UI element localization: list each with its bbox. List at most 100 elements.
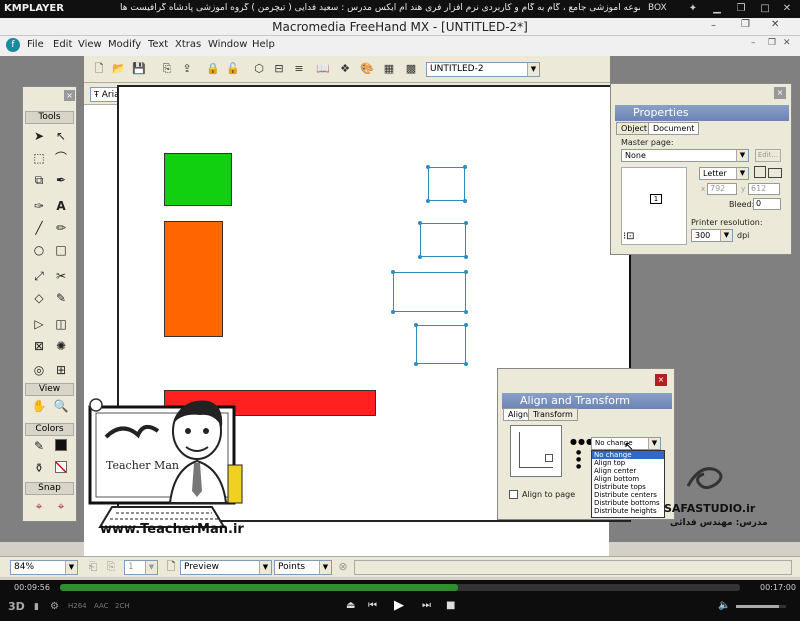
seek-bar[interactable] — [60, 584, 740, 591]
properties-close-icon[interactable]: × — [774, 87, 786, 99]
app-restore-icon[interactable]: ❐ — [741, 19, 750, 30]
page-tool-icon[interactable]: ⁝⊡ — [623, 231, 635, 242]
menu-view[interactable]: View — [78, 39, 102, 50]
pin-icon[interactable]: ✦ — [686, 2, 700, 16]
bleed-field[interactable]: 0 — [753, 198, 781, 210]
minimize-icon[interactable]: ▁ — [710, 2, 724, 16]
eraser-tool-icon[interactable]: ◇ — [29, 289, 49, 307]
app-icon[interactable]: f — [6, 38, 20, 52]
perspective-tool-icon[interactable]: ◫ — [51, 315, 71, 333]
stroke-color-icon[interactable]: ✎ — [29, 437, 49, 455]
menu-modify[interactable]: Modify — [108, 39, 141, 50]
save-icon[interactable]: 💾 — [132, 62, 146, 76]
eject-icon[interactable]: ⏏ — [346, 600, 355, 611]
page-icon[interactable]: 🗋 — [164, 560, 178, 574]
zoom-select[interactable]: 84% ▼ — [10, 560, 78, 575]
document-select[interactable]: UNTITLED-2 ▼ — [426, 62, 540, 77]
stroke-color-swatch[interactable] — [55, 439, 67, 451]
fill-color-swatch[interactable] — [55, 461, 67, 473]
snap-point-icon[interactable]: ⌖ — [29, 497, 49, 515]
layers-icon[interactable]: ≡ — [292, 62, 306, 76]
snap-guide-icon[interactable]: ⌖ — [51, 497, 71, 515]
menu-window[interactable]: Window — [208, 39, 247, 50]
option-distribute-bottoms[interactable]: Distribute bottoms — [594, 499, 660, 507]
doc-restore-icon[interactable]: ❐ — [768, 38, 776, 48]
app-minimize-icon[interactable]: – — [711, 20, 716, 31]
swatches-icon[interactable]: ▦ — [382, 62, 396, 76]
new-icon[interactable]: 🗋 — [92, 62, 106, 76]
option-align-top[interactable]: Align top — [594, 459, 625, 467]
tab-transform[interactable]: Transform — [528, 408, 578, 421]
page-select[interactable]: 1 ▼ — [124, 560, 158, 575]
menu-edit[interactable]: Edit — [53, 39, 72, 50]
crop-tool-icon[interactable]: ⊠ — [29, 337, 49, 355]
line-tool-icon[interactable]: ╱ — [29, 219, 49, 237]
text-tool-icon[interactable]: A — [51, 197, 71, 215]
lock-icon[interactable]: 🔒 — [206, 62, 220, 76]
chart-tool-icon[interactable]: ⊞ — [51, 361, 71, 379]
graphic-hose-icon[interactable]: ✺ — [51, 337, 71, 355]
option-distribute-centers[interactable]: Distribute centers — [594, 491, 657, 499]
3d-badge[interactable]: 3D — [8, 600, 25, 613]
align-to-page-checkbox[interactable] — [509, 490, 518, 499]
printer-resolution-select[interactable]: 300 ▼ — [691, 229, 733, 242]
page-width-field[interactable]: 792 — [707, 183, 737, 195]
align-close-icon[interactable]: × — [655, 374, 667, 386]
symbols-icon[interactable]: ❖ — [338, 62, 352, 76]
green-rectangle[interactable] — [164, 153, 232, 206]
knife-tool-icon[interactable]: ✂ — [51, 267, 71, 285]
hand-tool-icon[interactable]: ✋ — [29, 397, 49, 415]
pointer-tool-icon[interactable]: ➤ — [29, 127, 49, 145]
lasso-tool-icon[interactable]: ⌒ — [51, 149, 71, 167]
horizontal-align-icon[interactable]: ● ● ● — [576, 449, 581, 470]
stop-icon[interactable]: ■ — [446, 600, 455, 611]
doc-close-icon[interactable]: ✕ — [783, 38, 791, 48]
page-size-select[interactable]: Letter ▼ — [699, 167, 749, 180]
view-mode-select[interactable]: Preview ▼ — [180, 560, 272, 575]
settings-icon[interactable]: ⚙ — [50, 601, 59, 612]
properties-header[interactable]: Properties — [615, 105, 789, 121]
option-distribute-heights[interactable]: Distribute heights — [594, 507, 657, 515]
group-icon[interactable]: ⬡ — [252, 62, 266, 76]
tints-icon[interactable]: ▩ — [404, 62, 418, 76]
export-icon[interactable]: ⇪ — [180, 62, 194, 76]
align-icon[interactable]: ⊟ — [272, 62, 286, 76]
brush-tool-icon[interactable]: ✎ — [51, 289, 71, 307]
portrait-icon[interactable] — [754, 166, 766, 178]
play-icon[interactable]: ▶ — [394, 598, 404, 613]
restore-icon[interactable]: ❐ — [734, 2, 748, 16]
edit-button[interactable]: Edit... — [755, 149, 781, 162]
volume-icon[interactable]: 🔈 — [718, 600, 730, 611]
landscape-icon[interactable] — [768, 168, 782, 178]
maximize-icon[interactable]: □ — [758, 2, 772, 16]
capture-icon[interactable]: ▮ — [34, 602, 39, 612]
open-icon[interactable]: 📂 — [112, 62, 126, 76]
connector-tool-icon[interactable]: ◎ — [29, 361, 49, 379]
close-icon[interactable]: ✕ — [780, 2, 794, 16]
tab-document[interactable]: Document — [648, 122, 700, 135]
cancel-icon[interactable]: ⊗ — [336, 560, 350, 574]
menu-file[interactable]: File — [27, 39, 44, 50]
import-icon[interactable]: ⎘ — [160, 62, 174, 76]
align-preview[interactable] — [510, 425, 562, 477]
orange-rectangle[interactable] — [164, 221, 223, 337]
fill-color-icon[interactable]: ⚱ — [29, 459, 49, 477]
next-icon[interactable]: ⏭ — [422, 600, 431, 611]
box-button[interactable]: BOX — [648, 3, 667, 13]
menu-help[interactable]: Help — [252, 39, 275, 50]
subselect-tool-icon[interactable]: ↖ — [51, 127, 71, 145]
color-mixer-icon[interactable]: 🎨 — [360, 62, 374, 76]
scale-transform-icon[interactable]: ⤢ — [29, 267, 49, 285]
previous-icon[interactable]: ⏮ — [368, 600, 377, 611]
option-align-center[interactable]: Align center — [594, 467, 636, 475]
menu-xtras[interactable]: Xtras — [175, 39, 201, 50]
pencil-tool-icon[interactable]: ✏ — [51, 219, 71, 237]
volume-slider[interactable] — [736, 605, 786, 608]
library-icon[interactable]: 📖 — [316, 62, 330, 76]
doc-minimize-icon[interactable]: – — [751, 38, 756, 48]
ellipse-tool-icon[interactable]: ○ — [29, 241, 49, 259]
master-page-select[interactable]: None ▼ — [621, 149, 749, 162]
prev-page-icon[interactable]: ⎗ — [86, 560, 100, 574]
extrude-tool-icon[interactable]: ▷ — [29, 315, 49, 333]
units-select[interactable]: Points ▼ — [274, 560, 332, 575]
